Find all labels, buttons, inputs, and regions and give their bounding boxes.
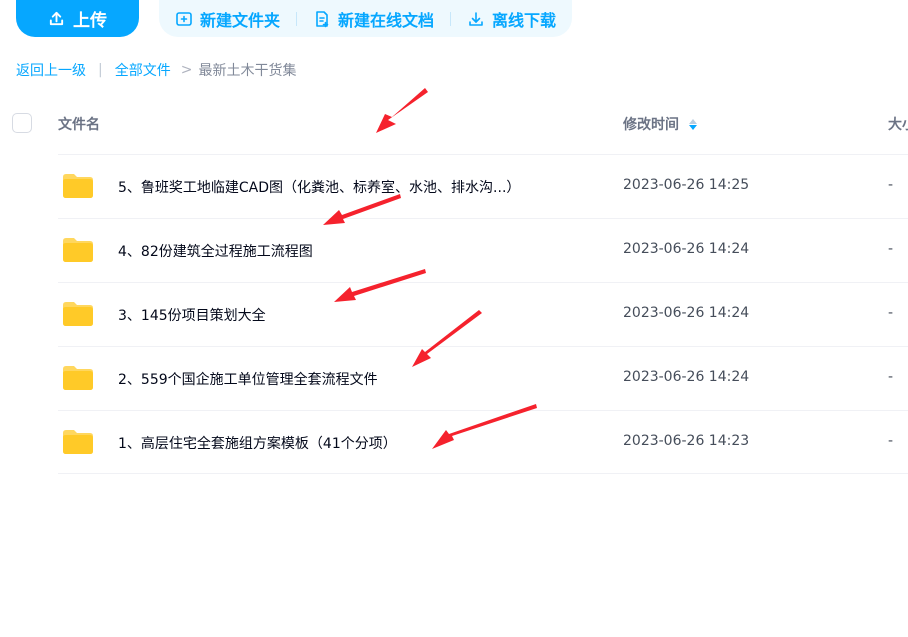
file-modified-time: 2023-06-26 14:24 [623,305,750,321]
file-list-header: 文件名 修改时间 大小 [0,102,908,144]
upload-button[interactable]: 上传 [16,0,139,37]
breadcrumb-all-files-link[interactable]: 全部文件 [115,60,171,80]
folder-icon [63,430,93,454]
column-header-size[interactable]: 大小 [888,114,908,134]
folder-icon [63,174,93,198]
upload-label: 上传 [73,11,107,31]
breadcrumb-separator: | [98,62,103,78]
document-plus-icon [316,10,329,27]
file-name[interactable]: 3、145份项目策划大全 [118,305,266,325]
offline-download-label: 离线下载 [492,10,557,30]
file-name[interactable]: 5、鲁班奖工地临建CAD图（化粪池、标养室、水池、排水沟...） [118,177,520,197]
breadcrumb-arrow: > [180,62,193,78]
file-row[interactable]: 1、高层住宅全套施组方案模板（41个分项） 2023-06-26 14:23 - [58,410,908,474]
toolbar-divider [450,11,452,26]
new-folder-label: 新建文件夹 [200,10,281,30]
file-row[interactable]: 5、鲁班奖工地临建CAD图（化粪池、标养室、水池、排水沟...） 2023-06-… [58,154,908,218]
folder-plus-icon [176,11,192,26]
file-name[interactable]: 4、82份建筑全过程施工流程图 [118,241,313,261]
file-size: - [888,241,894,257]
file-size: - [888,369,894,385]
file-list: 5、鲁班奖工地临建CAD图（化粪池、标养室、水池、排水沟...） 2023-06-… [0,154,908,474]
new-doc-button[interactable]: 新建在线文档 [313,7,434,31]
file-modified-time: 2023-06-26 14:25 [623,177,750,193]
file-modified-time: 2023-06-26 14:23 [623,433,750,449]
breadcrumb-current: 最新土木干货集 [198,63,297,79]
column-header-modified-label: 修改时间 [623,117,679,133]
new-folder-button[interactable]: 新建文件夹 [175,7,280,31]
breadcrumb-back-link[interactable]: 返回上一级 [16,60,86,80]
file-modified-time: 2023-06-26 14:24 [623,241,750,257]
file-size: - [888,433,894,449]
file-modified-time: 2023-06-26 14:24 [623,369,750,385]
file-size: - [888,305,894,321]
download-icon [469,11,483,26]
file-row[interactable]: 2、559个国企施工单位管理全套流程文件 2023-06-26 14:24 - [58,346,908,410]
column-header-name[interactable]: 文件名 [58,114,100,134]
folder-icon [63,302,93,326]
file-row[interactable]: 3、145份项目策划大全 2023-06-26 14:24 - [58,282,908,346]
file-row[interactable]: 4、82份建筑全过程施工流程图 2023-06-26 14:24 - [58,218,908,282]
sort-icon[interactable] [689,118,697,130]
select-all-checkbox[interactable] [12,113,32,133]
folder-icon [63,238,93,262]
toolbar-divider [296,11,298,26]
file-name[interactable]: 1、高层住宅全套施组方案模板（41个分项） [118,433,397,453]
breadcrumb: 返回上一级 | 全部文件 > 最新土木干货集 [16,60,296,80]
folder-icon [63,366,93,390]
upload-icon [49,11,64,26]
action-group: 新建文件夹 新建在线文档 离线下载 [159,0,573,37]
offline-download-button[interactable]: 离线下载 [467,7,556,31]
toolbar: 上传 新建文件夹 新建在线文档 离线下载 [16,0,573,37]
column-header-modified[interactable]: 修改时间 [623,114,697,134]
new-doc-label: 新建在线文档 [338,10,435,30]
file-size: - [888,177,894,193]
file-name[interactable]: 2、559个国企施工单位管理全套流程文件 [118,369,378,389]
